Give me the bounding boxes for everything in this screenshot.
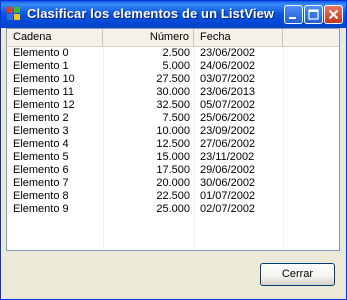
minimize-button[interactable] [284,5,303,24]
list-item[interactable]: Elemento 3 10.000 23/09/2002 [7,125,339,138]
cell-cadena: Elemento 10 [13,73,75,85]
list-item[interactable]: Elemento 10 27.500 03/07/2002 [7,73,339,86]
cell-fecha: 05/07/2002 [200,99,256,111]
column-header-fecha[interactable]: Fecha [194,29,283,46]
cell-fecha: 23/09/2002 [200,125,256,137]
cell-numero: 20.000 [156,177,190,189]
cell-cadena: Elemento 1 [13,60,69,72]
cell-fecha: 23/06/2002 [200,47,256,59]
app-icon [7,7,21,21]
cell-fecha: 29/06/2002 [200,164,256,176]
cell-numero: 30.000 [156,86,190,98]
list-item[interactable]: Elemento 9 25.000 02/07/2002 [7,203,339,216]
list-item[interactable]: Elemento 6 17.500 29/06/2002 [7,164,339,177]
list-view[interactable]: Cadena Número Fecha Elemento 0 2.500 23/06… [6,28,340,251]
cell-numero: 25.000 [156,203,190,215]
cell-cadena: Elemento 0 [13,47,69,59]
cell-numero: 12.500 [156,138,190,150]
cell-cadena: Elemento 12 [13,99,75,111]
cell-numero: 22.500 [156,190,190,202]
cell-numero: 7.500 [162,112,190,124]
minimize-icon [289,17,296,19]
column-header-numero[interactable]: Número [103,29,194,46]
list-item[interactable]: Elemento 2 7.500 25/06/2002 [7,112,339,125]
cell-cadena: Elemento 7 [13,177,69,189]
column-header-cadena[interactable]: Cadena [7,29,103,46]
close-form-button[interactable]: Cerrar [260,263,335,286]
window-title: Clasificar los elementos de un ListView [27,6,275,21]
list-item[interactable]: Elemento 5 15.000 23/11/2002 [7,151,339,164]
cell-fecha: 02/07/2002 [200,203,256,215]
cell-cadena: Elemento 2 [13,112,69,124]
cell-numero: 10.000 [156,125,190,137]
cell-fecha: 01/07/2002 [200,190,256,202]
cell-cadena: Elemento 8 [13,190,69,202]
list-item[interactable]: Elemento 1 5.000 24/06/2002 [7,60,339,73]
cell-numero: 2.500 [162,47,190,59]
main-window: Clasificar los elementos de un ListView … [0,0,347,300]
cell-numero: 17.500 [156,164,190,176]
list-item[interactable]: Elemento 11 30.000 23/06/2013 [7,86,339,99]
title-bar[interactable]: Clasificar los elementos de un ListView [1,1,346,28]
cell-cadena: Elemento 3 [13,125,69,137]
cell-fecha: 25/06/2002 [200,112,256,124]
cell-numero: 15.000 [156,151,190,163]
column-header-filler [283,29,339,46]
close-button[interactable] [324,5,343,24]
client-area: Cadena Número Fecha Elemento 0 2.500 23/06… [4,28,343,296]
cell-fecha: 24/06/2002 [200,60,256,72]
cell-cadena: Elemento 9 [13,203,69,215]
close-icon [328,9,339,20]
cell-cadena: Elemento 5 [13,151,69,163]
cell-fecha: 27/06/2002 [200,138,256,150]
list-item[interactable]: Elemento 12 32.500 05/07/2002 [7,99,339,112]
cell-numero: 5.000 [162,60,190,72]
cell-cadena: Elemento 4 [13,138,69,150]
cell-cadena: Elemento 11 [13,86,74,98]
cell-cadena: Elemento 6 [13,164,69,176]
cell-fecha: 23/06/2013 [200,86,256,98]
maximize-button[interactable] [304,5,323,24]
maximize-icon [308,9,319,20]
list-item[interactable]: Elemento 7 20.000 30/06/2002 [7,177,339,190]
cell-fecha: 03/07/2002 [200,73,256,85]
cell-numero: 32.500 [156,99,190,111]
list-header: Cadena Número Fecha [7,29,339,47]
list-item[interactable]: Elemento 8 22.500 01/07/2002 [7,190,339,203]
cell-fecha: 30/06/2002 [200,177,256,189]
cell-fecha: 23/11/2002 [200,151,255,163]
list-item[interactable]: Elemento 0 2.500 23/06/2002 [7,47,339,60]
cell-numero: 27.500 [156,73,190,85]
list-item[interactable]: Elemento 4 12.500 27/06/2002 [7,138,339,151]
